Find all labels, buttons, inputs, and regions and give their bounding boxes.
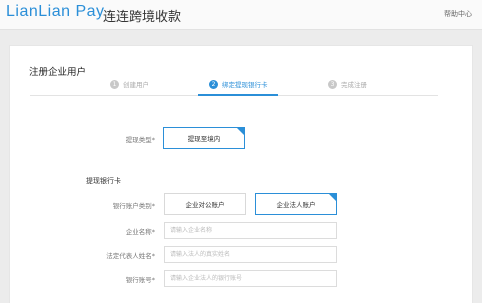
step-label: 创建用户 (123, 81, 149, 89)
withdraw-domestic-option[interactable]: 提现至境内 (163, 127, 245, 149)
step-bind-bank-card: 2 绑定提现银行卡 (209, 79, 268, 89)
account-type-label: 银行账户类别* (112, 202, 155, 210)
withdraw-type-label: 提现类型* (125, 136, 155, 144)
step-complete: 3 完成注册 (328, 79, 367, 89)
step-number-badge: 2 (209, 79, 218, 89)
bank-account-label: 银行账号* (125, 276, 155, 284)
step-create-user: 1 创建用户 (110, 79, 149, 89)
top-bar: LianLian Pay 连连跨境收款 帮助中心 (0, 0, 482, 30)
page-title: 注册企业用户 (29, 67, 87, 78)
step-label: 绑定提现银行卡 (222, 81, 268, 89)
step-number-badge: 1 (110, 79, 119, 89)
app-title: 连连跨境收款 (103, 10, 182, 25)
legal-rep-name-label: 法定代表人姓名* (106, 252, 155, 260)
company-name-input[interactable] (164, 222, 337, 239)
company-name-label: 企业名称* (125, 228, 155, 236)
legal-rep-name-input[interactable] (164, 246, 337, 263)
help-center-link[interactable]: 帮助中心 (444, 9, 472, 19)
bank-card-section-title: 提现银行卡 (86, 177, 121, 185)
step-number-badge: 3 (328, 79, 337, 89)
active-step-indicator (198, 94, 278, 96)
logo[interactable]: LianLian Pay (6, 3, 105, 21)
legal-person-account-option[interactable]: 企业法人账户 (255, 193, 337, 215)
bank-account-input[interactable] (164, 270, 337, 287)
corporate-account-option[interactable]: 企业对公账户 (164, 193, 246, 215)
step-label: 完成注册 (341, 81, 367, 89)
